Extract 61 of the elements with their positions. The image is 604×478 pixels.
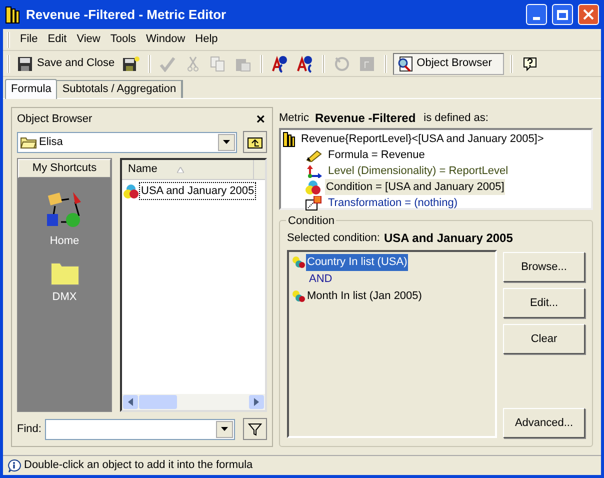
horizontal-scrollbar[interactable]: [122, 394, 265, 410]
up-folder-icon: [247, 136, 263, 148]
metric-label: is defined as:: [424, 110, 488, 126]
browser-icon: [396, 56, 413, 72]
metric-label: Metric: [279, 110, 309, 126]
dialog-button[interactable]: Clear: [503, 324, 585, 354]
menu-item[interactable]: Tools: [105, 30, 142, 48]
save-icon: [17, 56, 33, 72]
tree-item[interactable]: Formula = Revenue: [327, 146, 426, 164]
metric-icon: [283, 132, 295, 146]
metric-name: Revenue -Filtered: [314, 110, 416, 127]
maximize-button[interactable]: [552, 4, 573, 25]
save-and-close-button[interactable]: Save and Close: [15, 52, 117, 74]
app-icon: [5, 6, 21, 24]
tree-item[interactable]: Level (Dimensionality) = ReportLevel: [327, 162, 510, 180]
info-icon: [7, 458, 21, 472]
scroll-right-button[interactable]: [249, 395, 264, 409]
right-arrow-icon: [254, 398, 259, 406]
tree-item[interactable]: Condition = [USA and January 2005]: [325, 178, 506, 196]
list-item[interactable]: USA and January 2005: [140, 182, 256, 200]
condition-item[interactable]: Country In list (USA): [306, 254, 408, 271]
sort-arrow-icon: [177, 166, 184, 172]
find-field[interactable]: [45, 418, 235, 440]
selected-condition-label: Selected condition:: [287, 230, 380, 246]
scroll-left-button[interactable]: [123, 395, 138, 409]
column-title: Name: [128, 162, 158, 178]
shortcuts-header[interactable]: My Shortcuts: [18, 159, 111, 178]
dialog-button[interactable]: Advanced...: [503, 408, 585, 438]
filter-button[interactable]: [243, 418, 267, 440]
dialog-button[interactable]: Browse...: [503, 252, 585, 282]
close-button[interactable]: ×: [254, 112, 267, 126]
menu-item[interactable]: Help: [190, 30, 223, 48]
up-folder-button[interactable]: [243, 131, 267, 153]
dialog-button[interactable]: Edit...: [503, 288, 585, 318]
pencil-icon: [305, 148, 323, 162]
minimize-button[interactable]: [526, 4, 547, 25]
menu-item[interactable]: File: [15, 30, 43, 48]
selected-condition-value: USA and January 2005: [384, 230, 513, 247]
shortcut-label[interactable]: Home: [50, 233, 80, 250]
close-button[interactable]: [578, 4, 599, 25]
condition-item[interactable]: Month In list (Jan 2005): [306, 288, 423, 305]
shortcut-label[interactable]: DMX: [52, 288, 77, 305]
menu-item[interactable]: Edit: [42, 30, 72, 48]
folder-dropdown[interactable]: Elisa: [17, 132, 237, 152]
menu-item[interactable]: View: [72, 30, 106, 48]
tab[interactable]: Formula: [5, 79, 58, 99]
object-browser-button[interactable]: Object Browser: [392, 52, 504, 74]
menu-item[interactable]: Window: [141, 30, 190, 48]
folder-icon: [20, 136, 37, 148]
left-arrow-icon: [128, 398, 133, 406]
status-text: Double-click an object to add it into the formula: [24, 458, 253, 474]
arrows-icon: [305, 164, 323, 178]
close-icon: [583, 9, 594, 20]
condition-item[interactable]: AND: [308, 271, 334, 288]
folder-icon[interactable]: [50, 260, 80, 286]
tree-item[interactable]: Transformation = (nothing): [327, 194, 459, 212]
window-title: Revenue -Filtered - Metric Editor: [26, 6, 228, 24]
panel-title: Object Browser: [17, 112, 92, 127]
tab[interactable]: Subtotals / Aggregation: [57, 80, 184, 98]
find-label: Find:: [17, 422, 42, 437]
tree-item[interactable]: Revenue{ReportLevel}<[USA and January 2005]>: [301, 130, 544, 148]
